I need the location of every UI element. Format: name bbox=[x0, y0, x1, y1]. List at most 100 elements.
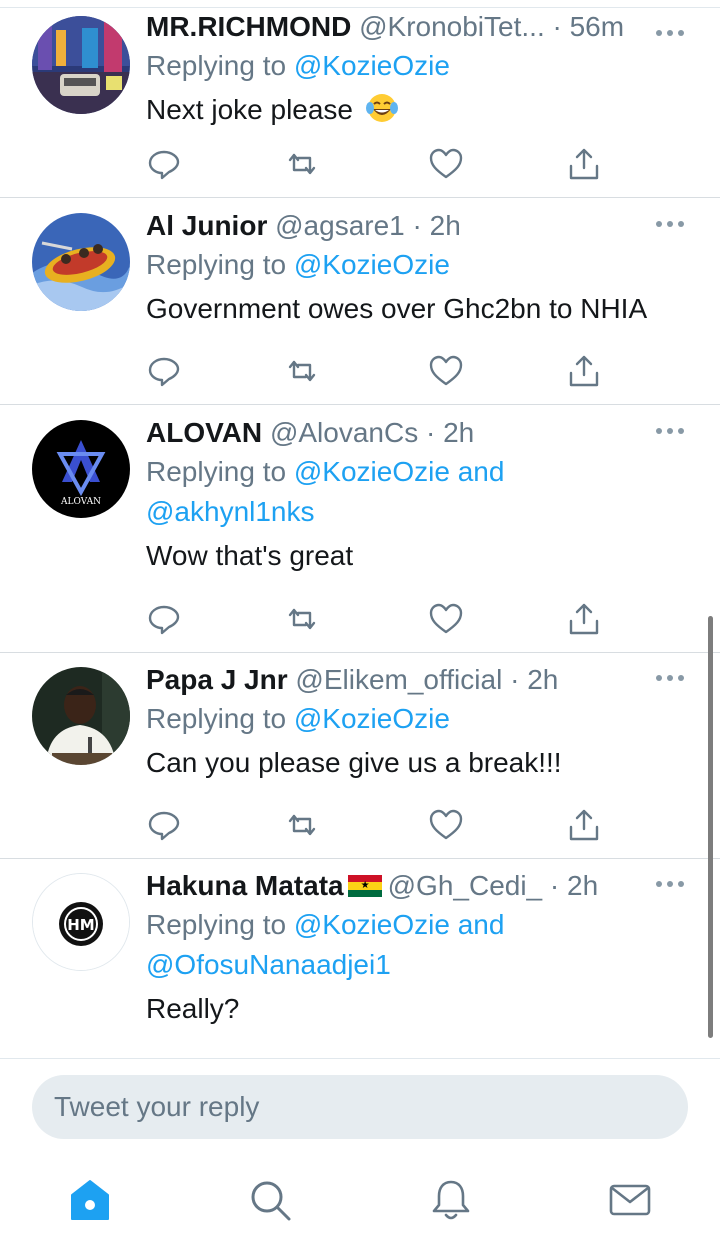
tweet-body: Next joke please bbox=[146, 94, 354, 125]
reply-box[interactable] bbox=[32, 1075, 688, 1139]
tweet-item[interactable]: ALOVAN ALOVAN @AlovanCs · 2h Replying to… bbox=[0, 406, 720, 653]
like-icon[interactable] bbox=[428, 807, 468, 847]
ghana-flag-icon: ★ bbox=[347, 875, 382, 897]
face-with-tears-of-joy-icon bbox=[365, 94, 398, 122]
avatar[interactable] bbox=[32, 667, 130, 765]
messages-icon[interactable] bbox=[607, 1177, 653, 1223]
mention-conjunction: and bbox=[457, 456, 505, 487]
tweet-item[interactable]: MR.RICHMOND @KronobiTet... · 56m Replyin… bbox=[0, 0, 720, 198]
replying-to-line-2: @OfosuNanaadjei1 bbox=[146, 945, 700, 985]
share-icon[interactable] bbox=[566, 601, 606, 641]
replying-to-line: Replying to @KozieOzie and bbox=[146, 452, 700, 492]
tweet-text: Wow that's great bbox=[146, 540, 354, 571]
replying-label: Replying to bbox=[146, 249, 287, 280]
separator-dot: · bbox=[510, 664, 520, 695]
mention-conjunction: and bbox=[457, 909, 505, 940]
mention-link[interactable]: @KozieOzie bbox=[294, 249, 450, 280]
tweet-text: Government owes over Ghc2bn to NHIA bbox=[146, 293, 648, 324]
display-name[interactable]: MR.RICHMOND bbox=[146, 11, 351, 42]
tweet-header: Hakuna Matata ★ @Gh_Cedi_ · 2h bbox=[146, 867, 700, 905]
display-name[interactable]: ALOVAN bbox=[146, 417, 262, 448]
avatar[interactable] bbox=[32, 16, 130, 114]
retweet-icon[interactable] bbox=[284, 807, 324, 847]
timestamp: 56m bbox=[569, 11, 625, 42]
tweet-actions bbox=[146, 601, 616, 641]
avatar-label: HM bbox=[67, 916, 94, 934]
like-icon[interactable] bbox=[428, 146, 468, 186]
user-handle[interactable]: @Elikem_official bbox=[295, 664, 502, 695]
replying-to-line: Replying to @KozieOzie bbox=[146, 46, 700, 86]
replying-label: Replying to bbox=[146, 456, 287, 487]
tweet-item[interactable]: HM Hakuna Matata ★ @Gh_Cedi_ · 2h Replying… bbox=[0, 859, 720, 1058]
tweet-actions bbox=[146, 807, 616, 847]
home-icon[interactable] bbox=[67, 1177, 113, 1223]
retweet-icon[interactable] bbox=[284, 353, 324, 393]
display-name[interactable]: Al Junior bbox=[146, 210, 267, 241]
tweet-header: MR.RICHMOND @KronobiTet... · 56m bbox=[146, 8, 700, 46]
replying-to-line-2: @akhynl1nks bbox=[146, 492, 700, 532]
tweet-header: Al Junior @agsare1 · 2h bbox=[146, 207, 700, 245]
user-handle[interactable]: @agsare1 bbox=[275, 210, 405, 241]
share-icon[interactable] bbox=[566, 146, 606, 186]
search-icon[interactable] bbox=[247, 1177, 293, 1223]
user-handle[interactable]: @AlovanCs bbox=[270, 417, 418, 448]
tweet-header: Papa J Jnr @Elikem_official · 2h bbox=[146, 661, 700, 699]
timestamp: 2h bbox=[443, 417, 475, 448]
tweet-header: ALOVAN @AlovanCs · 2h bbox=[146, 414, 700, 452]
reply-feed: MR.RICHMOND @KronobiTet... · 56m Replyin… bbox=[0, 0, 720, 1058]
scrollbar[interactable] bbox=[708, 616, 713, 1038]
replying-to-line: Replying to @KozieOzie and bbox=[146, 905, 700, 945]
avatar-label: ALOVAN bbox=[60, 497, 101, 507]
user-handle[interactable]: @KronobiTet... bbox=[359, 11, 545, 42]
avatar[interactable]: HM bbox=[32, 873, 130, 971]
more-options-icon[interactable] bbox=[656, 673, 686, 683]
separator-dot: · bbox=[412, 210, 422, 241]
replying-to-line: Replying to @KozieOzie bbox=[146, 245, 700, 285]
timestamp: 2h bbox=[527, 664, 559, 695]
mention-link[interactable]: @KozieOzie bbox=[294, 456, 450, 487]
replying-label: Replying to bbox=[146, 909, 287, 940]
separator-dot: · bbox=[425, 417, 436, 448]
reply-input[interactable] bbox=[54, 1087, 654, 1127]
mention-link[interactable]: @KozieOzie bbox=[294, 909, 450, 940]
more-options-icon[interactable] bbox=[656, 426, 686, 436]
tweet-text: Can you please give us a break!!! bbox=[146, 747, 562, 778]
replying-to-line: Replying to @KozieOzie bbox=[146, 699, 700, 739]
tweet-actions bbox=[146, 353, 616, 393]
more-options-icon[interactable] bbox=[656, 879, 686, 889]
reply-composer bbox=[0, 1058, 720, 1248]
like-icon[interactable] bbox=[428, 601, 468, 641]
reply-icon[interactable] bbox=[146, 353, 186, 393]
tweet-text: Really? bbox=[146, 993, 240, 1024]
tweet-text: Next joke please bbox=[146, 90, 700, 130]
mention-link[interactable]: @KozieOzie bbox=[294, 703, 450, 734]
user-handle[interactable]: @Gh_Cedi_ bbox=[388, 870, 543, 901]
display-name[interactable]: Hakuna Matata bbox=[146, 870, 344, 901]
mention-link[interactable]: @OfosuNanaadjei1 bbox=[146, 949, 391, 980]
like-icon[interactable] bbox=[428, 353, 468, 393]
tweet-item[interactable]: Al Junior @agsare1 · 2h Replying to @Koz… bbox=[0, 199, 720, 405]
tweet-item[interactable]: Papa J Jnr @Elikem_official · 2h Replyin… bbox=[0, 653, 720, 859]
retweet-icon[interactable] bbox=[284, 146, 324, 186]
replying-label: Replying to bbox=[146, 50, 287, 81]
avatar[interactable]: ALOVAN bbox=[32, 420, 130, 518]
share-icon[interactable] bbox=[566, 353, 606, 393]
notifications-icon[interactable] bbox=[428, 1177, 474, 1223]
reply-icon[interactable] bbox=[146, 807, 186, 847]
retweet-icon[interactable] bbox=[284, 601, 324, 641]
timestamp: 2h bbox=[567, 870, 599, 901]
bottom-tab-bar bbox=[0, 1169, 720, 1239]
replying-label: Replying to bbox=[146, 703, 287, 734]
more-options-icon[interactable] bbox=[656, 28, 686, 38]
mention-link[interactable]: @KozieOzie bbox=[294, 50, 450, 81]
separator-dot: · bbox=[552, 11, 562, 42]
display-name[interactable]: Papa J Jnr bbox=[146, 664, 288, 695]
timestamp: 2h bbox=[429, 210, 461, 241]
more-options-icon[interactable] bbox=[656, 219, 686, 229]
tweet-actions bbox=[146, 146, 616, 186]
share-icon[interactable] bbox=[566, 807, 606, 847]
mention-link[interactable]: @akhynl1nks bbox=[146, 496, 315, 527]
reply-icon[interactable] bbox=[146, 146, 186, 186]
reply-icon[interactable] bbox=[146, 601, 186, 641]
avatar[interactable] bbox=[32, 213, 130, 311]
